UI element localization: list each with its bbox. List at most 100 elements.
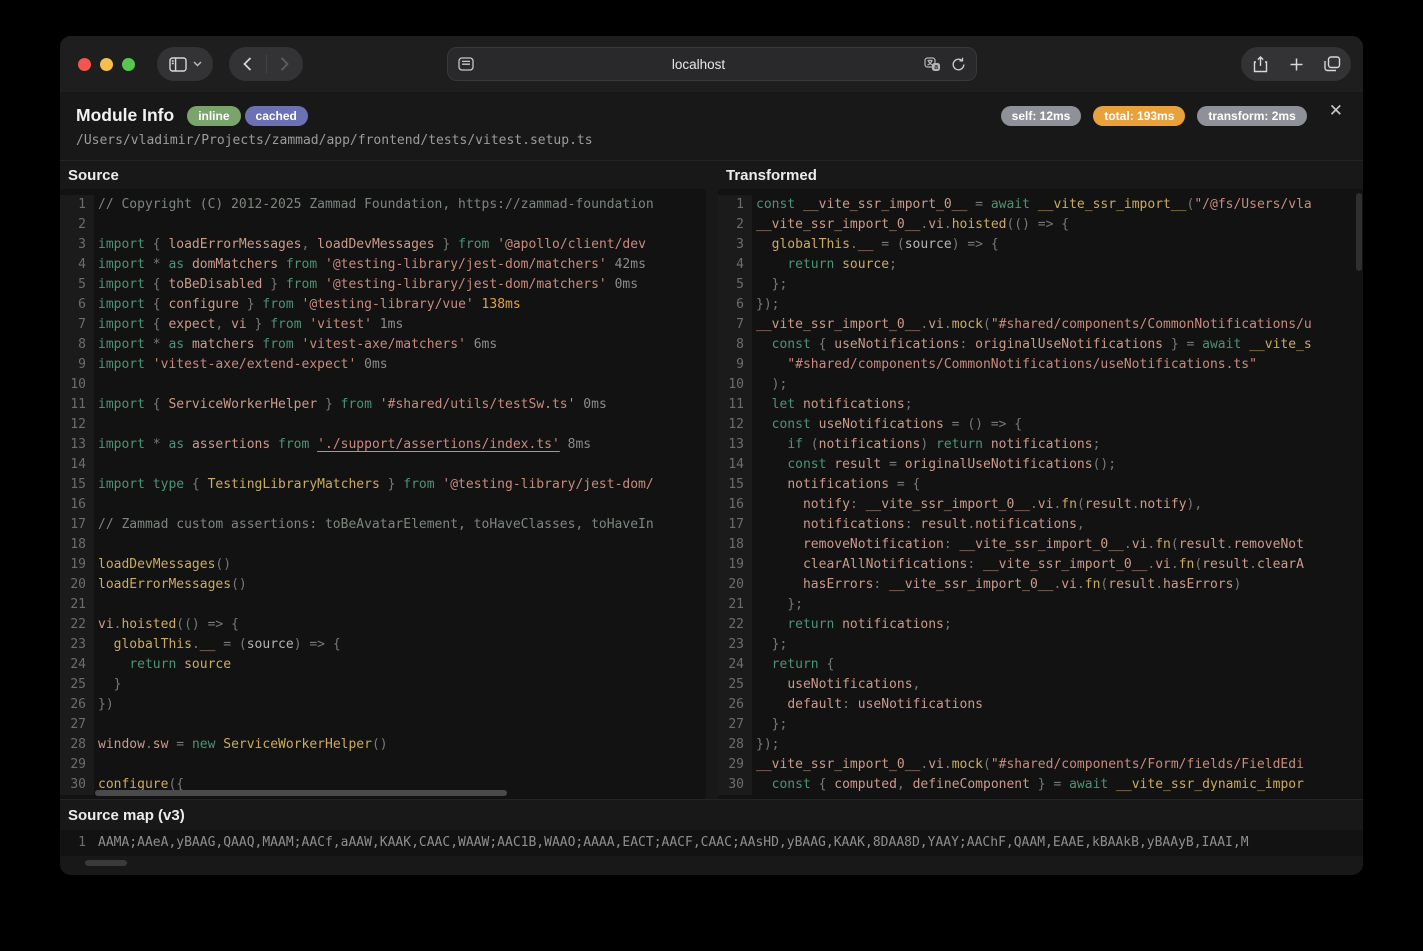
line-number: 5 (718, 275, 752, 295)
module-badges: inline cached (183, 105, 308, 126)
code-line: 12 (60, 415, 706, 435)
line-number: 28 (718, 735, 752, 755)
tab-overview-button[interactable] (1314, 47, 1350, 81)
module-link[interactable]: './support/assertions/index.ts' (317, 437, 560, 452)
page-settings-icon[interactable] (457, 57, 474, 71)
new-tab-button[interactable] (1278, 47, 1314, 81)
code-line: 4 import * as domMatchers from '@testing-… (60, 255, 706, 275)
toolbar-actions (1241, 47, 1351, 81)
line-number: 15 (718, 475, 752, 495)
code-line: 27 }; (718, 715, 1363, 735)
source-code[interactable]: 1// Copyright (C) 2012-2025 Zammad Found… (60, 189, 706, 799)
code-line: 27 (60, 715, 706, 735)
code-line: 20 loadErrorMessages() (60, 575, 706, 595)
code-line: 24 return { (718, 655, 1363, 675)
code-line: 21 }; (718, 595, 1363, 615)
line-number: 28 (60, 735, 94, 755)
line-number: 19 (718, 555, 752, 575)
line-number: 16 (60, 495, 94, 515)
line-number: 29 (60, 755, 94, 775)
line-number: 10 (60, 375, 94, 395)
status-badge: inline (187, 105, 241, 126)
code-line: 26}) (60, 695, 706, 715)
window-minimize-button[interactable] (100, 57, 113, 71)
status-badge: transform: 2ms (1197, 106, 1307, 126)
chevron-right-icon (280, 57, 290, 71)
line-number: 23 (718, 635, 752, 655)
line-number: 25 (718, 675, 752, 695)
code-line: 30 const { computed, defineComponent } =… (718, 775, 1363, 795)
svg-text:a: a (934, 64, 938, 71)
code-line: 17// Zammad custom assertions: toBeAvata… (60, 515, 706, 535)
line-number: 17 (718, 515, 752, 535)
translate-icon[interactable]: a (923, 56, 941, 72)
page-title: Module Info (76, 105, 175, 125)
url-text: localhost (671, 56, 726, 72)
source-pane-title: Source (60, 161, 706, 189)
code-line: 1 const __vite_ssr_import_0__ = await __v… (718, 195, 1363, 215)
line-number: 2 (60, 215, 94, 235)
line-number: 6 (718, 295, 752, 315)
line-number: 26 (60, 695, 94, 715)
code-line: 25 useNotifications, (718, 675, 1363, 695)
code-line: 2 (60, 215, 706, 235)
line-number: 4 (60, 255, 94, 275)
code-line: 11 let notifications; (718, 395, 1363, 415)
code-line: 19 clearAllNotifications: __vite_ssr_imp… (718, 555, 1363, 575)
code-line: 3 globalThis.__ = (source) => { (718, 235, 1363, 255)
line-number: 1 (718, 195, 752, 215)
line-number: 29 (718, 755, 752, 775)
share-button[interactable] (1242, 47, 1278, 81)
transformed-vertical-scrollbar[interactable] (1356, 193, 1362, 271)
code-line: 28 window.sw = new ServiceWorkerHelper() (60, 735, 706, 755)
chevron-left-icon (242, 57, 252, 71)
line-number: 23 (60, 635, 94, 655)
transformed-code[interactable]: 1 const __vite_ssr_import_0__ = await __v… (718, 189, 1363, 799)
status-badge: total: 193ms (1093, 106, 1186, 126)
code-line: 6}); (718, 295, 1363, 315)
sourcemap-line: 1 AAMA;AAeA,yBAAG,QAAQ,MAAM;AACf,aAAW,KA… (60, 833, 1363, 853)
code-line: 19 loadDevMessages() (60, 555, 706, 575)
sourcemap-body: 1 AAMA;AAeA,yBAAG,QAAQ,MAAM;AACf,aAAW,KA… (60, 830, 1363, 856)
close-icon[interactable]: ✕ (1329, 101, 1343, 121)
code-line: 13 if (notifications) return notificatio… (718, 435, 1363, 455)
code-line: 18 removeNotification: __vite_ssr_import… (718, 535, 1363, 555)
line-number: 3 (60, 235, 94, 255)
line-number: 24 (718, 655, 752, 675)
source-pane: Source 1// Copyright (C) 2012-2025 Zamma… (60, 161, 706, 799)
code-line: 4 return source; (718, 255, 1363, 275)
chevron-down-icon (193, 61, 202, 67)
code-line: 29 (60, 755, 706, 775)
line-number: 27 (718, 715, 752, 735)
forward-button[interactable] (266, 47, 303, 81)
status-badge: cached (244, 105, 308, 126)
line-number: 20 (718, 575, 752, 595)
module-info-header: Module Info inline cached /Users/vladimir… (60, 92, 1363, 161)
line-number: 26 (718, 695, 752, 715)
code-line: 3 import { loadErrorMessages, loadDevMess… (60, 235, 706, 255)
line-number: 5 (60, 275, 94, 295)
bottom-scroll-track (60, 856, 1363, 870)
code-line: 26 default: useNotifications (718, 695, 1363, 715)
code-line: 15 import type { TestingLibraryMatchers }… (60, 475, 706, 495)
window-close-button[interactable] (78, 57, 91, 71)
code-line: 10 (60, 375, 706, 395)
bottom-scrollbar[interactable] (85, 860, 127, 866)
sidebar-toggle-button[interactable] (157, 47, 213, 81)
code-line: 2 __vite_ssr_import_0__.vi.hoisted(() => … (718, 215, 1363, 235)
line-number: 8 (60, 335, 94, 355)
sourcemap-section: Source map (v3) 1 AAMA;AAeA,yBAAG,QAAQ,M… (60, 799, 1363, 856)
reload-icon[interactable] (951, 57, 966, 72)
sourcemap-mappings: AAMA;AAeA,yBAAG,QAAQ,MAAM;AACf,aAAW,KAAK… (98, 835, 1249, 850)
line-number: 21 (60, 595, 94, 615)
source-horizontal-scrollbar[interactable] (95, 790, 507, 796)
line-number: 24 (60, 655, 94, 675)
line-number: 16 (718, 495, 752, 515)
code-line: 22 vi.hoisted(() => { (60, 615, 706, 635)
window-zoom-button[interactable] (122, 57, 135, 71)
address-bar[interactable]: localhost a (446, 47, 977, 81)
code-line: 22 return notifications; (718, 615, 1363, 635)
line-number: 30 (60, 775, 94, 795)
code-line: 12 const useNotifications = () => { (718, 415, 1363, 435)
back-button[interactable] (229, 47, 266, 81)
